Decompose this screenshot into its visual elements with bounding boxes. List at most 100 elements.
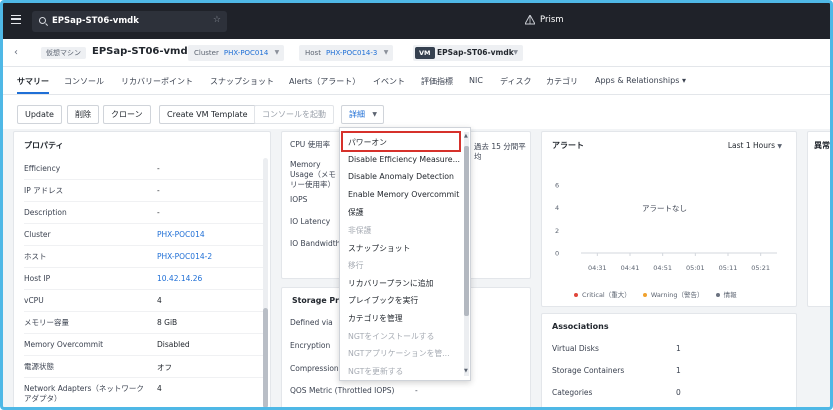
menu-item: NGTをインストールする — [348, 331, 435, 341]
period-hint: 過去 15 分間平均 — [474, 142, 526, 161]
critical-dot-icon — [574, 293, 578, 297]
properties-title: プロパティ — [24, 141, 64, 150]
property-row: メモリー容量 8 GiB — [24, 312, 264, 334]
host-label: Host — [305, 49, 321, 57]
vm-value: EPSap-ST06-vmdk — [437, 48, 514, 57]
cluster-label: Cluster — [194, 49, 219, 57]
tab-snapshots[interactable]: スナップショット — [210, 76, 274, 87]
menu-item[interactable]: Disable Anomaly Detection — [348, 172, 460, 181]
storage-label: QOS Metric (Throttled IOPS) — [290, 386, 395, 395]
property-label: メモリー容量 — [24, 318, 69, 327]
x-tick-label: 05:11 — [719, 264, 738, 272]
tab-disks[interactable]: ディスク — [500, 76, 531, 87]
cluster-value: PHX-POC014 — [223, 49, 269, 57]
association-value: 0 — [676, 388, 681, 397]
tab-bar: サマリー コンソール リカバリーポイント スナップショット Alerts（アラー… — [3, 67, 830, 95]
x-tick-label: 04:41 — [621, 264, 640, 272]
alerts-chart: 0 2 4 6 04:31 04:41 04:51 05:01 05:11 05:21 — [555, 182, 777, 272]
tab-console[interactable]: コンソール — [64, 76, 104, 87]
star-icon[interactable]: ☆ — [213, 15, 221, 25]
property-row: Memory Overcommit Disabled — [24, 334, 264, 356]
storage-label: Encryption — [290, 341, 331, 350]
property-label: Description — [24, 208, 67, 217]
menu-item[interactable]: スナップショット — [348, 243, 460, 254]
chevron-down-icon: ▼ — [274, 49, 280, 56]
storage-label: Defined via — [290, 318, 333, 327]
anomalies-panel: 異常 — [807, 131, 830, 307]
property-label: Cluster — [24, 230, 51, 239]
menu-item[interactable]: Enable Memory Overcommit — [348, 190, 460, 199]
tab-categories[interactable]: カテゴリ — [546, 76, 578, 87]
vm-tag: VM — [415, 47, 435, 59]
property-row: Host IP 10.42.14.26 — [24, 268, 264, 290]
more-actions-dropdown[interactable]: 詳細 ▼ — [341, 105, 384, 124]
property-row: IP アドレス - — [24, 180, 264, 202]
host-selector[interactable]: Host PHX-POC014-3 ▼ — [299, 45, 394, 61]
chevron-down-icon: ▼ — [383, 49, 389, 56]
delete-button[interactable]: 削除 — [67, 105, 99, 124]
clone-button[interactable]: クローン — [103, 105, 151, 124]
property-value: 4 — [157, 296, 162, 305]
property-row: Description - — [24, 202, 264, 224]
cluster-link[interactable]: PHX-POC014 — [157, 230, 205, 239]
scrollbar-thumb[interactable] — [263, 308, 268, 407]
tab-events[interactable]: イベント — [373, 76, 405, 87]
top-bar: EPSap-ST06-vmdk ☆ Prism — [3, 3, 830, 39]
host-ip-link[interactable]: 10.42.14.26 — [157, 274, 202, 283]
metric-iops: IOPS — [290, 195, 308, 204]
update-button[interactable]: Update — [17, 105, 62, 124]
menu-item[interactable]: Disable Efficiency Measure... — [348, 155, 460, 164]
menu-item[interactable]: プレイブックを実行 — [348, 295, 460, 306]
tab-summary[interactable]: サマリー — [17, 76, 49, 87]
menu-scrollbar[interactable]: ▲ ▼ — [464, 132, 469, 376]
app-title: Prism — [540, 15, 564, 25]
hamburger-menu-icon[interactable] — [11, 15, 21, 24]
metric-memory-usage: Memory Usage（メモリー使用率） — [290, 160, 336, 189]
more-actions-menu: パワーオン Disable Efficiency Measure... Disabl… — [339, 127, 471, 381]
y-tick-label: 0 — [555, 250, 559, 258]
y-tick-label: 4 — [555, 204, 559, 212]
property-value: - — [157, 164, 160, 173]
legend-warning: Warning（警告） — [642, 291, 704, 299]
property-value: - — [157, 208, 160, 217]
tab-metrics[interactable]: 評価指標 — [421, 76, 453, 87]
associations-title: Associations — [552, 322, 609, 331]
more-actions-label: 詳細 — [349, 110, 365, 119]
scrollbar-thumb[interactable] — [464, 146, 469, 316]
x-tick-label: 04:51 — [653, 264, 672, 272]
scroll-down-icon[interactable]: ▼ — [464, 368, 468, 374]
associations-panel: Associations Virtual Disks 1 Storage Con… — [541, 313, 797, 407]
menu-item: 移行 — [348, 261, 364, 271]
menu-item[interactable]: パワーオン — [348, 137, 460, 148]
property-value: 4 — [157, 384, 162, 393]
create-vm-template-button[interactable]: Create VM Template — [159, 105, 256, 124]
anomalies-title: 異常 — [814, 141, 830, 150]
menu-item[interactable]: カテゴリを管理 — [348, 313, 460, 324]
scroll-up-icon[interactable]: ▲ — [464, 133, 468, 139]
info-dot-icon — [715, 293, 720, 297]
menu-item[interactable]: リカバリープランに追加 — [348, 278, 460, 289]
entity-header: ‹ 仮想マシン EPSap-ST06-vmdk Cluster PHX-POC01… — [3, 39, 830, 67]
tab-recovery-points[interactable]: リカバリーポイント — [121, 76, 193, 87]
menu-item: NGTを更新する — [348, 366, 404, 376]
launch-console-button[interactable]: コンソールを起動 — [254, 105, 334, 124]
tab-alerts[interactable]: Alerts（アラート） — [289, 76, 360, 87]
host-value: PHX-POC014-3 — [325, 49, 378, 57]
vm-selector[interactable]: VM EPSap-ST06-vmdk ▼ — [413, 45, 523, 61]
back-chevron-icon[interactable]: ‹ — [14, 47, 18, 58]
search-value: EPSap-ST06-vmdk — [52, 16, 139, 26]
property-label: Efficiency — [24, 164, 61, 173]
property-label: vCPU — [24, 296, 44, 305]
association-label: Storage Containers — [552, 366, 625, 375]
property-row: vCPU 4 — [24, 290, 264, 312]
search-input[interactable]: EPSap-ST06-vmdk ☆ — [32, 11, 227, 32]
menu-item[interactable]: 保護 — [348, 207, 460, 218]
cluster-selector[interactable]: Cluster PHX-POC014 ▼ — [188, 45, 285, 61]
tab-nic[interactable]: NIC — [469, 76, 483, 85]
storage-value: - — [415, 386, 418, 395]
legend-critical: Critical（重大） — [574, 291, 631, 299]
tab-apps-relationships[interactable]: Apps & Relationships ▾ — [595, 76, 686, 85]
property-value: 8 GiB — [157, 318, 178, 327]
host-link[interactable]: PHX-POC014-2 — [157, 252, 212, 261]
properties-scrollbar[interactable] — [263, 158, 268, 407]
